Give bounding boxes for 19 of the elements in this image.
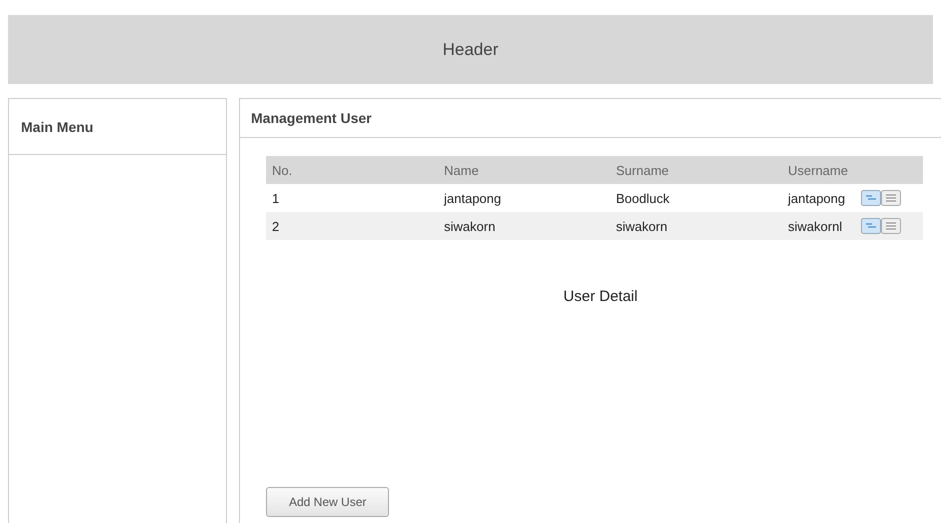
table-cell: siwakorn — [438, 212, 610, 240]
column-header: No. — [266, 156, 438, 184]
table-cell: 1 — [266, 184, 438, 212]
table-cell: siwakorn — [610, 212, 782, 240]
column-header: Username — [782, 156, 855, 184]
table-cell: siwakornl — [782, 212, 855, 240]
table-cell: jantapong — [782, 184, 855, 212]
menu-icon[interactable] — [881, 190, 901, 206]
menu-icon[interactable] — [881, 218, 901, 234]
table-cell: 2 — [266, 212, 438, 240]
column-header: Name — [438, 156, 610, 184]
table-cell: jantapong — [438, 184, 610, 212]
table-cell: Boodluck — [610, 184, 782, 212]
panel-title: Management User — [240, 99, 941, 138]
detail-title: User Detail — [562, 288, 639, 305]
add-user-button[interactable]: Add New User — [266, 487, 390, 517]
sidebar-title: Main Menu — [9, 99, 226, 155]
column-header: Surname — [610, 156, 782, 184]
header-title: Header — [442, 40, 498, 60]
